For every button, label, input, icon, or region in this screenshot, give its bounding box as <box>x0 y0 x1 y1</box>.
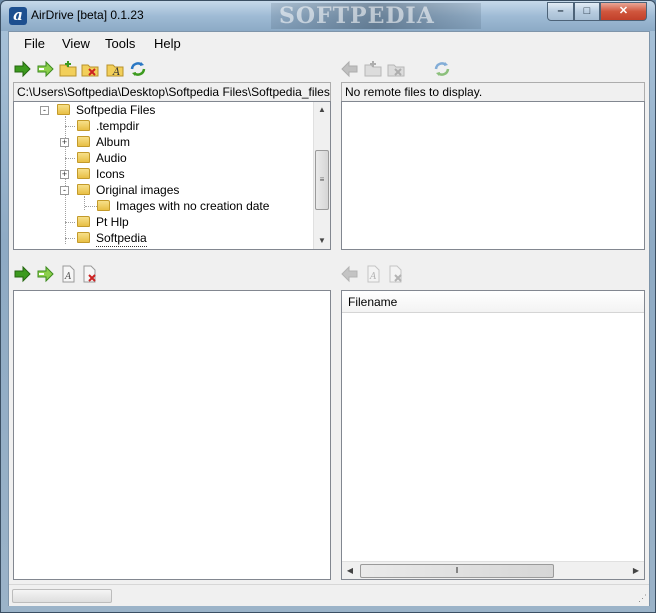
menu-file[interactable]: File <box>24 36 45 51</box>
rename-file-icon[interactable]: A <box>59 265 77 283</box>
local-path-bar[interactable]: C:\Users\Softpedia\Desktop\Softpedia Fil… <box>13 82 331 102</box>
tree-guide <box>65 158 75 159</box>
rename-remote-file-icon[interactable]: A <box>364 265 382 283</box>
remote-status-bar: No remote files to display. <box>341 82 645 102</box>
folder-icon <box>77 136 90 147</box>
new-remote-folder-icon[interactable] <box>364 60 382 78</box>
collapse-icon[interactable]: - <box>40 106 49 115</box>
folder-icon <box>77 120 90 131</box>
folder-icon <box>77 232 90 243</box>
upload-all-icon[interactable] <box>36 265 54 283</box>
delete-folder-icon[interactable] <box>81 60 99 78</box>
resize-grip-icon[interactable]: ⋰ <box>638 593 647 604</box>
tree-item-label: Audio <box>96 151 127 165</box>
download-icon[interactable] <box>341 60 359 78</box>
refresh-icon[interactable] <box>129 60 147 78</box>
tree-guide <box>84 196 85 210</box>
menu-help[interactable]: Help <box>154 36 181 51</box>
delete-file-icon[interactable] <box>81 265 99 283</box>
tree-item-label: Softpedia Files <box>76 103 156 117</box>
menu-tools[interactable]: Tools <box>105 36 135 51</box>
tree-guide <box>65 238 75 239</box>
scroll-right-icon[interactable]: ▶ <box>628 563 644 579</box>
tree-guide <box>85 206 97 207</box>
collapse-icon[interactable]: - <box>60 186 69 195</box>
window-title: AirDrive [beta] 0.1.23 <box>31 8 144 22</box>
scroll-up-icon[interactable]: ▲ <box>314 102 330 118</box>
local-file-toolbar: A <box>13 265 113 287</box>
menu-bar: File View Tools Help <box>9 32 649 54</box>
svg-text:A: A <box>369 272 377 282</box>
folder-icon <box>97 200 110 211</box>
progress-bar <box>12 589 112 603</box>
rename-icon[interactable]: A <box>106 60 124 78</box>
folder-icon <box>77 216 90 227</box>
tree-item-label: Pt Hlp <box>96 215 129 229</box>
scroll-down-icon[interactable]: ▼ <box>314 233 330 249</box>
local-file-list[interactable] <box>13 290 331 580</box>
tree-item-label: Images with no creation date <box>116 199 270 213</box>
tree-item-label: Album <box>96 135 131 149</box>
tree-item-label: Softpedia <box>96 231 147 247</box>
folder-icon <box>77 184 90 195</box>
upload-file-icon[interactable] <box>13 265 31 283</box>
status-bar: ⋰ <box>9 584 649 606</box>
refresh-remote-icon[interactable] <box>433 60 451 78</box>
tree-item-label: Original images <box>96 183 180 197</box>
app-window: a AirDrive [beta] 0.1.23 SOFTPEDIA – □ ✕… <box>0 0 656 613</box>
column-header-filename[interactable]: Filename <box>342 291 644 313</box>
scroll-thumb[interactable]: ≡ <box>315 150 329 210</box>
client-area: File View Tools Help A C:\Users\Softpedi… <box>8 31 650 606</box>
folder-icon <box>77 168 90 179</box>
remote-file-toolbar: A <box>341 265 421 287</box>
upload-arrow-icon[interactable] <box>13 60 31 78</box>
folder-icon <box>77 152 90 163</box>
expand-icon[interactable]: + <box>60 170 69 179</box>
expand-icon[interactable]: + <box>60 138 69 147</box>
delete-remote-icon[interactable] <box>387 60 405 78</box>
tree-guide <box>65 222 75 223</box>
remote-file-list[interactable]: Filename ◀ ‖ ▶ <box>341 290 645 580</box>
remote-toolbar <box>341 60 461 82</box>
menu-view[interactable]: View <box>62 36 90 51</box>
svg-text:A: A <box>64 272 72 282</box>
scroll-left-icon[interactable]: ◀ <box>342 563 358 579</box>
folder-icon <box>57 104 70 115</box>
horizontal-scrollbar[interactable]: ◀ ‖ ▶ <box>342 561 644 579</box>
minimize-button[interactable]: – <box>547 2 574 21</box>
download-file-icon[interactable] <box>341 265 359 283</box>
local-folder-tree[interactable]: - Softpedia Files .tempdir + Album Audio… <box>13 101 331 250</box>
tree-item-label: .tempdir <box>96 119 140 133</box>
local-toolbar: A <box>13 60 153 82</box>
watermark: SOFTPEDIA <box>271 3 481 29</box>
delete-remote-file-icon[interactable] <box>387 265 405 283</box>
tree-guide <box>65 126 75 127</box>
svg-text:A: A <box>112 67 120 78</box>
remote-folder-tree[interactable] <box>341 101 645 250</box>
app-logo-icon: a <box>9 7 27 25</box>
tree-guide <box>65 116 66 244</box>
tree-scrollbar[interactable]: ▲ ≡ ▼ <box>313 102 330 249</box>
scroll-thumb[interactable]: ‖ <box>360 564 554 578</box>
title-bar[interactable]: a AirDrive [beta] 0.1.23 SOFTPEDIA – □ ✕ <box>1 1 655 31</box>
new-folder-icon[interactable] <box>59 60 77 78</box>
close-button[interactable]: ✕ <box>600 2 647 21</box>
tree-item-label: Icons <box>96 167 125 181</box>
upload-folder-icon[interactable] <box>36 60 54 78</box>
maximize-button[interactable]: □ <box>574 2 600 21</box>
